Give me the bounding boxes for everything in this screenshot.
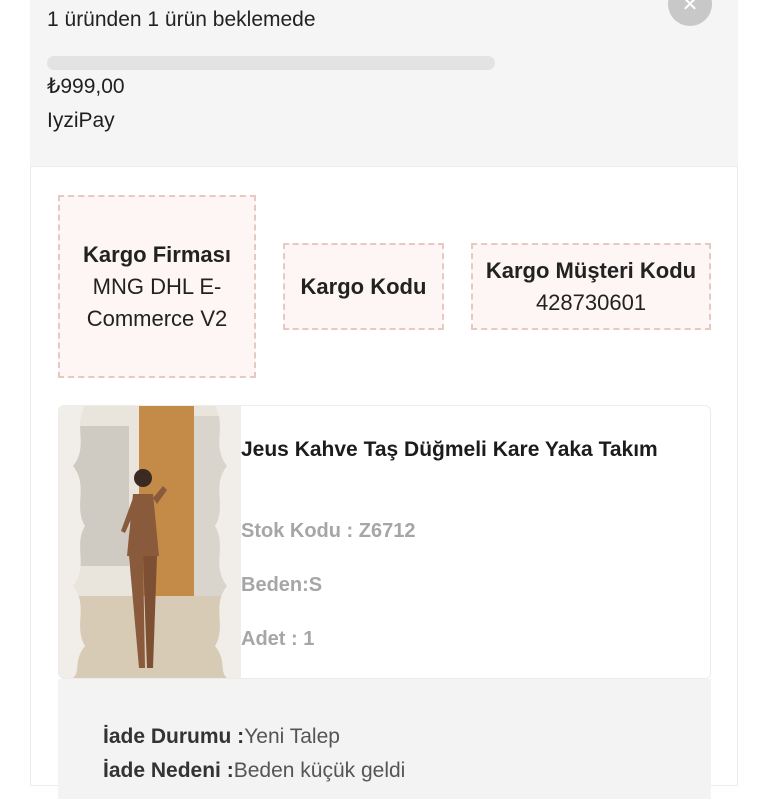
shipping-customer-code-box: Kargo Müşteri Kodu 428730601 (471, 243, 711, 330)
product-title[interactable]: Jeus Kahve Taş Düğmeli Kare Yaka Takım (241, 434, 691, 465)
product-image[interactable] (59, 406, 241, 678)
product-quantity: Adet : 1 (241, 628, 315, 650)
return-status-label: İade Durumu : (103, 725, 245, 748)
return-info-panel: İade Durumu :Yeni Talep İade Nedeni :Bed… (58, 679, 711, 799)
product-item[interactable]: Jeus Kahve Taş Düğmeli Kare Yaka Takım S… (58, 405, 711, 679)
close-button[interactable]: ✕ (668, 0, 712, 26)
order-price: ₺999,00 (47, 75, 125, 98)
shipping-company-box: Kargo Firması MNG DHL E-Commerce V2 (58, 195, 256, 378)
shipping-customer-code-value: 428730601 (535, 289, 647, 315)
shipping-company-label: Kargo Firması (83, 241, 231, 267)
shipping-code-label: Kargo Kodu (300, 273, 427, 299)
product-sku: Stok Kodu : Z6712 (241, 520, 416, 542)
order-progress-bar (47, 56, 495, 70)
payment-method: IyziPay (47, 109, 115, 132)
order-detail-card: Kargo Firması MNG DHL E-Commerce V2 Karg… (30, 166, 738, 799)
order-summary: 1 üründen 1 ürün beklemede ✕ ₺999,00 Iyz… (30, 0, 738, 166)
return-reason-row: İade Nedeni :Beden küçük geldi (103, 759, 405, 783)
product-photo-illustration (59, 406, 241, 678)
order-status-text: 1 üründen 1 ürün beklemede (47, 8, 316, 31)
shipping-code-box: Kargo Kodu (283, 243, 444, 330)
shipping-customer-code-label: Kargo Müşteri Kodu (485, 257, 697, 283)
close-icon: ✕ (681, 0, 699, 16)
product-size: Beden:S (241, 574, 323, 596)
return-status-value: Yeni Talep (244, 725, 340, 748)
return-reason-label: İade Nedeni : (103, 759, 234, 782)
return-status-row: İade Durumu :Yeni Talep (103, 725, 340, 749)
return-reason-value: Beden küçük geldi (233, 759, 406, 782)
shipping-company-value: MNG DHL E-Commerce V2 (86, 273, 228, 331)
